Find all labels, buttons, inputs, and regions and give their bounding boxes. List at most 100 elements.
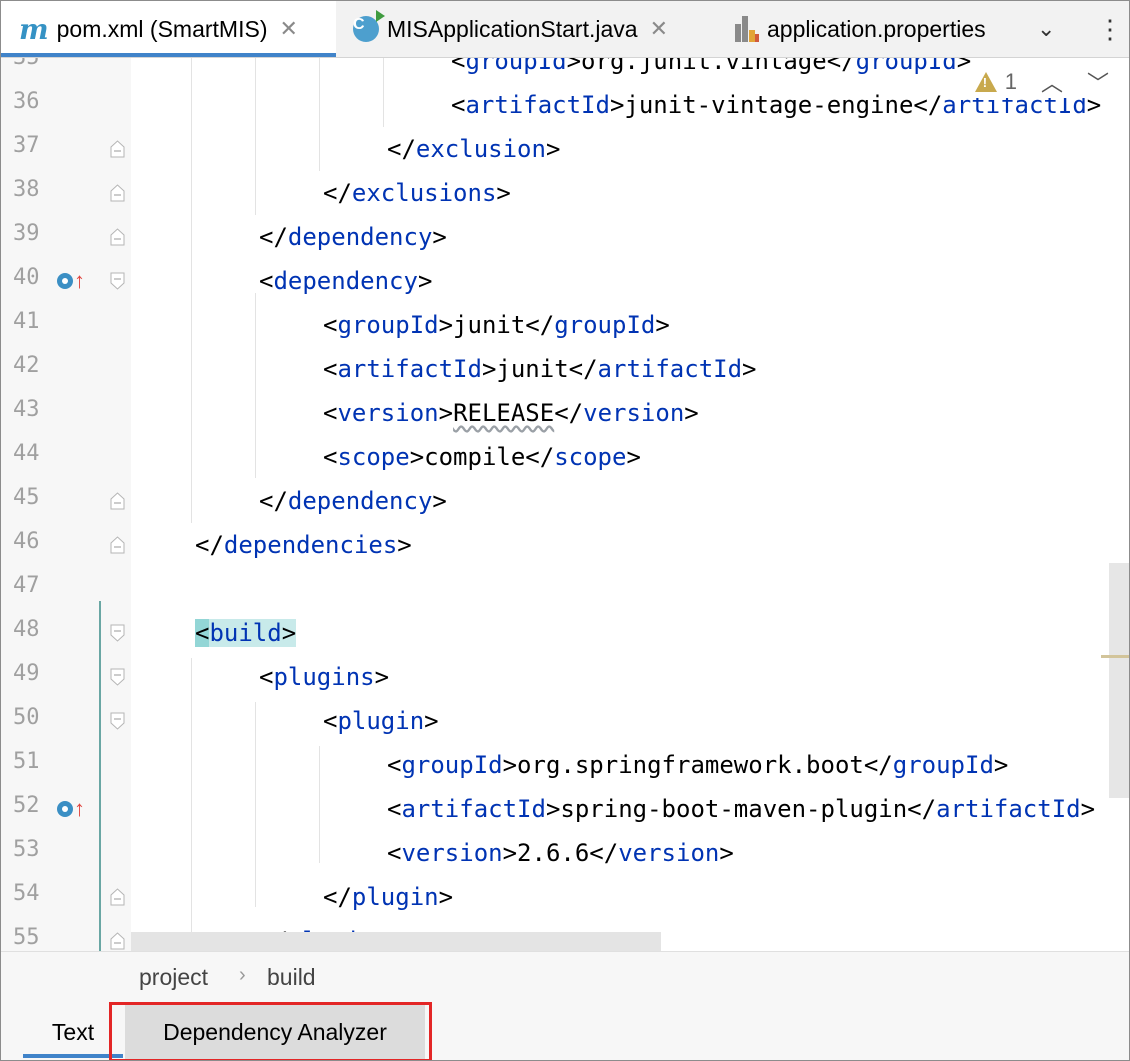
code-line[interactable]: 35 <groupId>org.junit.vintage</groupId> [1, 58, 1129, 83]
editor-tab-bar: m pom.xml (SmartMIS) ✕ C MISApplicationS… [1, 1, 1129, 58]
breadcrumb-item-project[interactable]: project [139, 964, 208, 991]
fold-close-icon[interactable] [110, 932, 125, 950]
line-number: 40 [13, 265, 40, 290]
tab-pom-xml[interactable]: m pom.xml (SmartMIS) ✕ [1, 1, 336, 57]
code-line[interactable]: 46 </dependencies> [1, 523, 1129, 567]
line-number: 48 [13, 617, 40, 642]
java-class-icon: C [353, 10, 385, 42]
warning-counter[interactable]: 1 [974, 69, 1017, 95]
code-line[interactable]: 49 <plugins> [1, 655, 1129, 699]
line-number: 37 [13, 133, 40, 158]
fold-close-icon[interactable] [110, 888, 125, 906]
previous-highlight-icon[interactable]: ︿ [1041, 66, 1063, 98]
line-number: 50 [13, 705, 40, 730]
code-text: </exclusion> [387, 135, 561, 163]
maven-icon: m [19, 12, 49, 46]
code-text: <groupId>junit</groupId> [323, 311, 670, 339]
code-line[interactable]: 40 ↑ <dependency> [1, 259, 1129, 303]
code-text: <scope>compile</scope> [323, 443, 641, 471]
code-text: <plugin> [323, 707, 439, 735]
more-vertical-icon: ⋮ [1097, 13, 1123, 44]
line-number: 44 [13, 441, 40, 466]
code-line[interactable]: 53 <version>2.6.6</version> [1, 831, 1129, 875]
fold-close-icon[interactable] [110, 536, 125, 554]
tab-label: Text [51, 1018, 95, 1045]
code-line[interactable]: 48 <build> [1, 611, 1129, 655]
horizontal-scrollbar[interactable] [131, 932, 661, 951]
line-number: 45 [13, 485, 40, 510]
code-line[interactable]: 50 <plugin> [1, 699, 1129, 743]
code-text: <groupId>org.springframework.boot</group… [387, 751, 1009, 779]
code-line[interactable]: 38 </exclusions> [1, 171, 1129, 215]
fold-open-icon[interactable] [110, 272, 125, 290]
tab-application-properties[interactable]: application.properties [723, 1, 1019, 57]
code-text: <build> [195, 619, 297, 647]
fold-open-icon[interactable] [110, 668, 125, 686]
code-line[interactable]: 36 <artifactId>junit-vintage-engine</arti… [1, 83, 1129, 127]
fold-close-icon[interactable] [110, 140, 125, 158]
breadcrumb: project › build [1, 951, 1129, 1004]
code-line[interactable]: 42 <artifactId>junit</artifactId> [1, 347, 1129, 391]
line-number: 46 [13, 529, 40, 554]
next-highlight-icon[interactable]: ﹀ [1087, 66, 1109, 98]
fold-close-icon[interactable] [110, 492, 125, 510]
line-number: 54 [13, 881, 40, 906]
fold-open-icon[interactable] [110, 624, 125, 642]
tab-label: pom.xml (SmartMIS) [56, 15, 268, 42]
warning-icon [974, 72, 997, 92]
code-line[interactable]: 43 <version>RELEASE</version> [1, 391, 1129, 435]
code-line[interactable]: 37 </exclusion> [1, 127, 1129, 171]
code-line[interactable]: 52 ↑ <artifactId>spring-boot-maven-plugin<… [1, 787, 1129, 831]
code-text: <version>2.6.6</version> [387, 839, 734, 867]
scrollbar-warning-marker[interactable] [1101, 655, 1129, 658]
code-editor[interactable]: 35 <groupId>org.junit.vintage</groupId> 36… [1, 58, 1129, 951]
code-line[interactable]: 44 <scope>compile</scope> [1, 435, 1129, 479]
tab-misapplicationstart[interactable]: C MISApplicationStart.java ✕ [337, 1, 722, 57]
code-text: <plugins> [259, 663, 390, 691]
more-options-button[interactable]: ⋮ [1097, 1, 1123, 57]
chevron-right-icon: › [239, 964, 246, 986]
line-number: 49 [13, 661, 40, 686]
tab-label: MISApplicationStart.java [387, 15, 638, 42]
code-text: <dependency> [259, 267, 433, 295]
code-line[interactable]: 41 <groupId>junit</groupId> [1, 303, 1129, 347]
line-number: 35 [13, 58, 40, 70]
code-text: <artifactId>junit</artifactId> [323, 355, 757, 383]
line-number: 52 [13, 793, 40, 818]
code-text: <groupId>org.junit.vintage</groupId> [451, 58, 972, 75]
code-line[interactable]: 51 <groupId>org.springframework.boot</gro… [1, 743, 1129, 787]
line-number: 38 [13, 177, 40, 202]
code-text: <version>RELEASE</version> [323, 399, 699, 427]
code-line[interactable]: 47 [1, 567, 1129, 611]
line-number: 36 [13, 89, 40, 114]
line-number: 51 [13, 749, 40, 774]
line-number: 55 [13, 925, 40, 950]
line-number: 47 [13, 573, 40, 598]
fold-open-icon[interactable] [110, 712, 125, 730]
highlight-box [109, 1002, 432, 1060]
line-number: 41 [13, 309, 40, 334]
line-number: 42 [13, 353, 40, 378]
fold-close-icon[interactable] [110, 184, 125, 202]
breadcrumb-item-build[interactable]: build [267, 964, 316, 991]
tab-text[interactable]: Text [23, 1004, 123, 1060]
code-line[interactable]: 45 </dependency> [1, 479, 1129, 523]
code-text: </exclusions> [323, 179, 511, 207]
code-text: </dependencies> [195, 531, 412, 559]
code-line[interactable]: 54 </plugin> [1, 875, 1129, 919]
vertical-scrollbar[interactable] [1109, 563, 1129, 798]
code-line[interactable]: 39 </dependency> [1, 215, 1129, 259]
line-number: 39 [13, 221, 40, 246]
inspection-widget[interactable]: 1 ︿ ﹀ [974, 66, 1109, 98]
properties-icon [735, 16, 759, 42]
close-icon[interactable]: ✕ [279, 16, 297, 42]
ide-window: m pom.xml (SmartMIS) ✕ C MISApplicationS… [0, 0, 1130, 1061]
chevron-down-icon: ⌄ [1037, 16, 1056, 41]
maven-override-icon[interactable]: ↑ [57, 798, 85, 820]
code-text: </dependency> [259, 487, 447, 515]
close-icon[interactable]: ✕ [650, 16, 668, 42]
maven-override-icon[interactable]: ↑ [57, 270, 85, 292]
fold-close-icon[interactable] [110, 228, 125, 246]
tab-list-button[interactable]: ⌄ [1037, 1, 1055, 57]
code-text: </plugin> [323, 883, 454, 911]
